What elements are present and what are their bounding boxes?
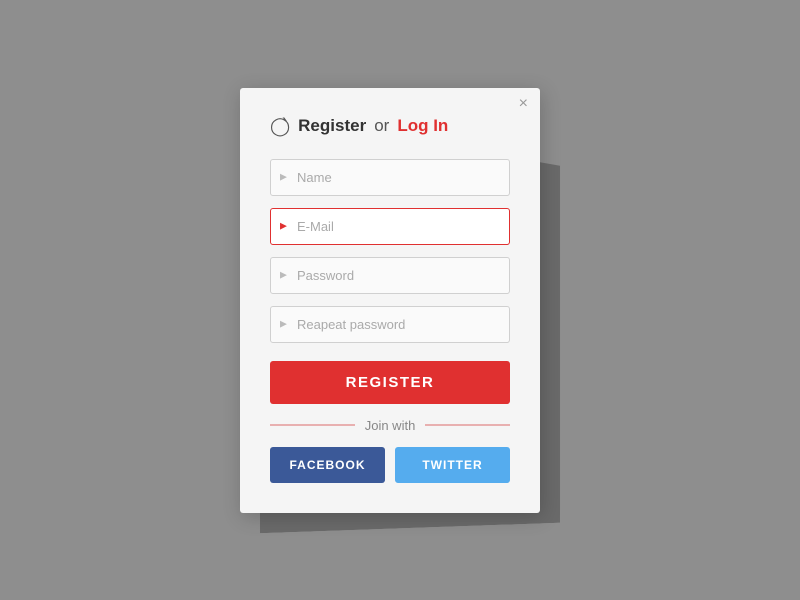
user-icon: ◯̀ [270,116,290,137]
join-with-section: Join with [270,418,510,433]
register-button[interactable]: REGISTER [270,361,510,404]
name-input[interactable] [270,159,510,196]
repeat-password-input[interactable] [270,306,510,343]
login-link[interactable]: Log In [397,116,448,136]
twitter-button[interactable]: TWITTER [395,447,510,483]
join-with-label: Join with [365,418,416,433]
or-label: or [374,116,389,136]
register-label: Register [298,116,366,136]
register-modal: × ◯̀ Register or Log In ▶ ▶ ▶ ▶ REGISTER… [240,88,540,513]
social-buttons: FACEBOOK TWITTER [270,447,510,483]
password-input[interactable] [270,257,510,294]
join-line-right [425,424,510,426]
modal-wrapper: × ◯̀ Register or Log In ▶ ▶ ▶ ▶ REGISTER… [240,88,560,513]
email-input[interactable] [270,208,510,245]
password-field-group: ▶ [270,257,510,294]
facebook-button[interactable]: FACEBOOK [270,447,385,483]
close-button[interactable]: × [519,96,528,112]
repeat-password-field-group: ▶ [270,306,510,343]
join-line-left [270,424,355,426]
email-field-group: ▶ [270,208,510,245]
name-field-group: ▶ [270,159,510,196]
modal-title: ◯̀ Register or Log In [270,116,510,137]
